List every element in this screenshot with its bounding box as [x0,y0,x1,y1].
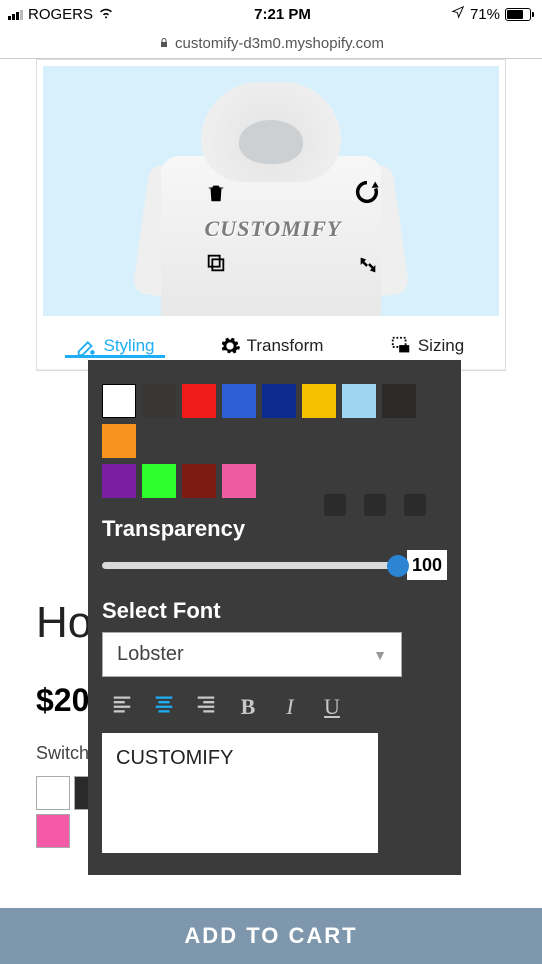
lock-icon [158,37,170,49]
wifi-icon [98,4,114,24]
status-right: 71% [451,5,534,23]
clock: 7:21 PM [254,6,311,23]
color-swatch[interactable] [182,384,216,418]
design-text-input[interactable]: CUSTOMIFY [102,733,378,853]
transparency-slider[interactable] [102,562,399,569]
resize-icon [357,254,379,276]
delete-handle[interactable] [205,182,227,204]
color-swatch[interactable] [222,464,256,498]
copy-icon [205,252,227,274]
color-swatch[interactable] [262,384,296,418]
product-preview-frame: CUSTOMIFY Styling Transform [36,59,506,371]
align-center-button[interactable] [150,693,178,721]
location-icon [451,5,465,23]
color-swatches-row1 [102,384,447,458]
transparency-heading: Transparency [102,516,447,542]
align-right-icon [195,693,217,715]
color-swatch[interactable] [342,384,376,418]
battery-icon [505,8,534,21]
status-left: ROGERS [8,4,114,24]
tab-styling[interactable]: Styling [37,335,193,357]
color-swatch[interactable] [142,464,176,498]
color-swatch[interactable] [382,384,416,418]
trash-icon [205,182,227,204]
resize-handle[interactable] [357,254,379,276]
duplicate-handle[interactable] [205,252,227,274]
color-swatches-row2 [102,464,447,498]
underline-button[interactable]: U [318,694,346,720]
color-swatch[interactable] [36,814,70,848]
tab-label: Transform [247,336,324,356]
styling-panel: Transparency 100 Select Font Lobster ▼ B… [88,360,461,875]
bg-toolbar-icons [324,494,426,516]
align-right-button[interactable] [192,693,220,721]
transparency-value[interactable]: 100 [407,550,447,580]
gear-icon [219,335,241,357]
selected-font-label: Lobster [117,643,184,666]
color-swatch[interactable] [102,384,136,418]
hoodie-render: CUSTOMIFY [141,76,401,316]
align-center-icon [153,693,175,715]
color-swatch[interactable] [36,776,70,810]
text-input-value: CUSTOMIFY [116,747,233,769]
color-swatch[interactable] [182,464,216,498]
add-to-cart-button[interactable]: ADD TO CART [0,908,542,964]
select-font-heading: Select Font [102,598,447,624]
add-to-cart-label: ADD TO CART [184,923,357,949]
browser-url-bar[interactable]: customify-d3m0.myshopify.com [0,28,542,58]
product-preview[interactable]: CUSTOMIFY [43,66,499,316]
color-swatch[interactable] [102,464,136,498]
bold-button[interactable]: B [234,694,262,720]
battery-pct: 71% [470,6,500,23]
align-left-icon [111,693,133,715]
tab-label: Sizing [418,336,464,356]
tab-label: Styling [103,336,154,356]
font-select[interactable]: Lobster ▼ [102,632,402,677]
signal-icon [8,8,23,20]
chevron-down-icon: ▼ [373,647,387,663]
transparency-slider-row: 100 [102,550,447,580]
text-tools: B I U [102,693,447,721]
color-swatch[interactable] [222,384,256,418]
slider-thumb[interactable] [387,555,409,577]
design-text: CUSTOMIFY [205,216,342,242]
align-left-button[interactable] [108,693,136,721]
paint-icon [75,335,97,357]
status-bar: ROGERS 7:21 PM 71% [0,0,542,28]
sizing-icon [390,335,412,357]
rotate-handle[interactable] [353,178,381,206]
url-host: customify-d3m0.myshopify.com [175,35,384,52]
color-swatch[interactable] [302,384,336,418]
italic-button[interactable]: I [276,694,304,720]
carrier-label: ROGERS [28,6,93,23]
color-swatch[interactable] [102,424,136,458]
rotate-icon [353,178,381,206]
tab-sizing[interactable]: Sizing [349,335,505,357]
design-text-box[interactable]: CUSTOMIFY [195,202,351,256]
color-swatch[interactable] [142,384,176,418]
tab-transform[interactable]: Transform [193,335,349,357]
